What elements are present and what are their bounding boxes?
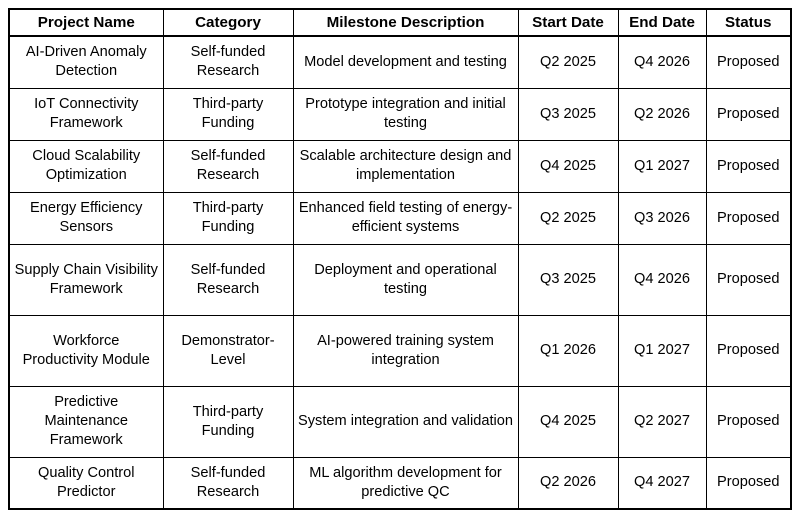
cell-status: Proposed xyxy=(705,191,792,245)
cell-project_name: Quality Control Predictor xyxy=(8,456,164,510)
cell-end_date: Q4 2027 xyxy=(617,456,707,510)
cell-end_date: Q1 2027 xyxy=(617,314,707,387)
cell-status: Proposed xyxy=(705,456,792,510)
cell-status: Proposed xyxy=(705,243,792,316)
cell-project_name: Predictive Maintenance Framework xyxy=(8,385,164,458)
cell-category: Third-party Funding xyxy=(162,87,294,141)
cell-start_date: Q2 2025 xyxy=(517,35,619,89)
column-header-status: Status xyxy=(705,8,792,37)
cell-milestone_description: Enhanced field testing of energy-efficie… xyxy=(292,191,519,245)
cell-status: Proposed xyxy=(705,385,792,458)
table-row: Workforce Productivity Module Demonstrato… xyxy=(8,314,792,387)
cell-project_name: Supply Chain Visibility Framework xyxy=(8,243,164,316)
table-body: AI-Driven Anomaly Detection Self-funded R… xyxy=(8,35,792,510)
cell-milestone_description: Model development and testing xyxy=(292,35,519,89)
cell-milestone_description: Prototype integration and initial testin… xyxy=(292,87,519,141)
cell-milestone_description: ML algorithm development for predictive … xyxy=(292,456,519,510)
table-row: Energy Efficiency Sensors Third-party Fun… xyxy=(8,191,792,245)
cell-start_date: Q2 2025 xyxy=(517,191,619,245)
cell-category: Self-funded Research xyxy=(162,35,294,89)
cell-project_name: Cloud Scalability Optimization xyxy=(8,139,164,193)
table-row: Supply Chain Visibility Framework Self-fu… xyxy=(8,243,792,316)
cell-end_date: Q2 2027 xyxy=(617,385,707,458)
cell-project_name: Energy Efficiency Sensors xyxy=(8,191,164,245)
cell-status: Proposed xyxy=(705,139,792,193)
cell-milestone_description: System integration and validation xyxy=(292,385,519,458)
column-header-project-name: Project Name xyxy=(8,8,164,37)
cell-category: Demonstrator-Level xyxy=(162,314,294,387)
cell-end_date: Q4 2026 xyxy=(617,243,707,316)
table-row: AI-Driven Anomaly Detection Self-funded R… xyxy=(8,35,792,89)
cell-milestone_description: Deployment and operational testing xyxy=(292,243,519,316)
table-row: Cloud Scalability Optimization Self-funde… xyxy=(8,139,792,193)
table-row: Quality Control Predictor Self-funded Res… xyxy=(8,456,792,510)
cell-status: Proposed xyxy=(705,314,792,387)
cell-start_date: Q1 2026 xyxy=(517,314,619,387)
cell-project_name: AI-Driven Anomaly Detection xyxy=(8,35,164,89)
cell-project_name: IoT Connectivity Framework xyxy=(8,87,164,141)
cell-category: Self-funded Research xyxy=(162,243,294,316)
cell-end_date: Q1 2027 xyxy=(617,139,707,193)
cell-start_date: Q2 2026 xyxy=(517,456,619,510)
table-row: Predictive Maintenance Framework Third-pa… xyxy=(8,385,792,458)
table-row: IoT Connectivity Framework Third-party Fu… xyxy=(8,87,792,141)
table-header-row: Project Name Category Milestone Descript… xyxy=(8,8,792,37)
column-header-end-date: End Date xyxy=(617,8,707,37)
cell-start_date: Q3 2025 xyxy=(517,243,619,316)
cell-start_date: Q3 2025 xyxy=(517,87,619,141)
cell-status: Proposed xyxy=(705,35,792,89)
cell-milestone_description: AI-powered training system integration xyxy=(292,314,519,387)
cell-start_date: Q4 2025 xyxy=(517,139,619,193)
cell-status: Proposed xyxy=(705,87,792,141)
cell-category: Third-party Funding xyxy=(162,385,294,458)
cell-milestone_description: Scalable architecture design and impleme… xyxy=(292,139,519,193)
table-header: Project Name Category Milestone Descript… xyxy=(8,8,792,37)
cell-end_date: Q4 2026 xyxy=(617,35,707,89)
cell-category: Third-party Funding xyxy=(162,191,294,245)
project-milestones-table: Project Name Category Milestone Descript… xyxy=(8,8,792,510)
cell-start_date: Q4 2025 xyxy=(517,385,619,458)
column-header-milestone-description: Milestone Description xyxy=(292,8,519,37)
column-header-category: Category xyxy=(162,8,294,37)
cell-end_date: Q2 2026 xyxy=(617,87,707,141)
cell-category: Self-funded Research xyxy=(162,139,294,193)
column-header-start-date: Start Date xyxy=(517,8,619,37)
cell-end_date: Q3 2026 xyxy=(617,191,707,245)
cell-category: Self-funded Research xyxy=(162,456,294,510)
cell-project_name: Workforce Productivity Module xyxy=(8,314,164,387)
page-root: Project Name Category Milestone Descript… xyxy=(0,0,800,525)
